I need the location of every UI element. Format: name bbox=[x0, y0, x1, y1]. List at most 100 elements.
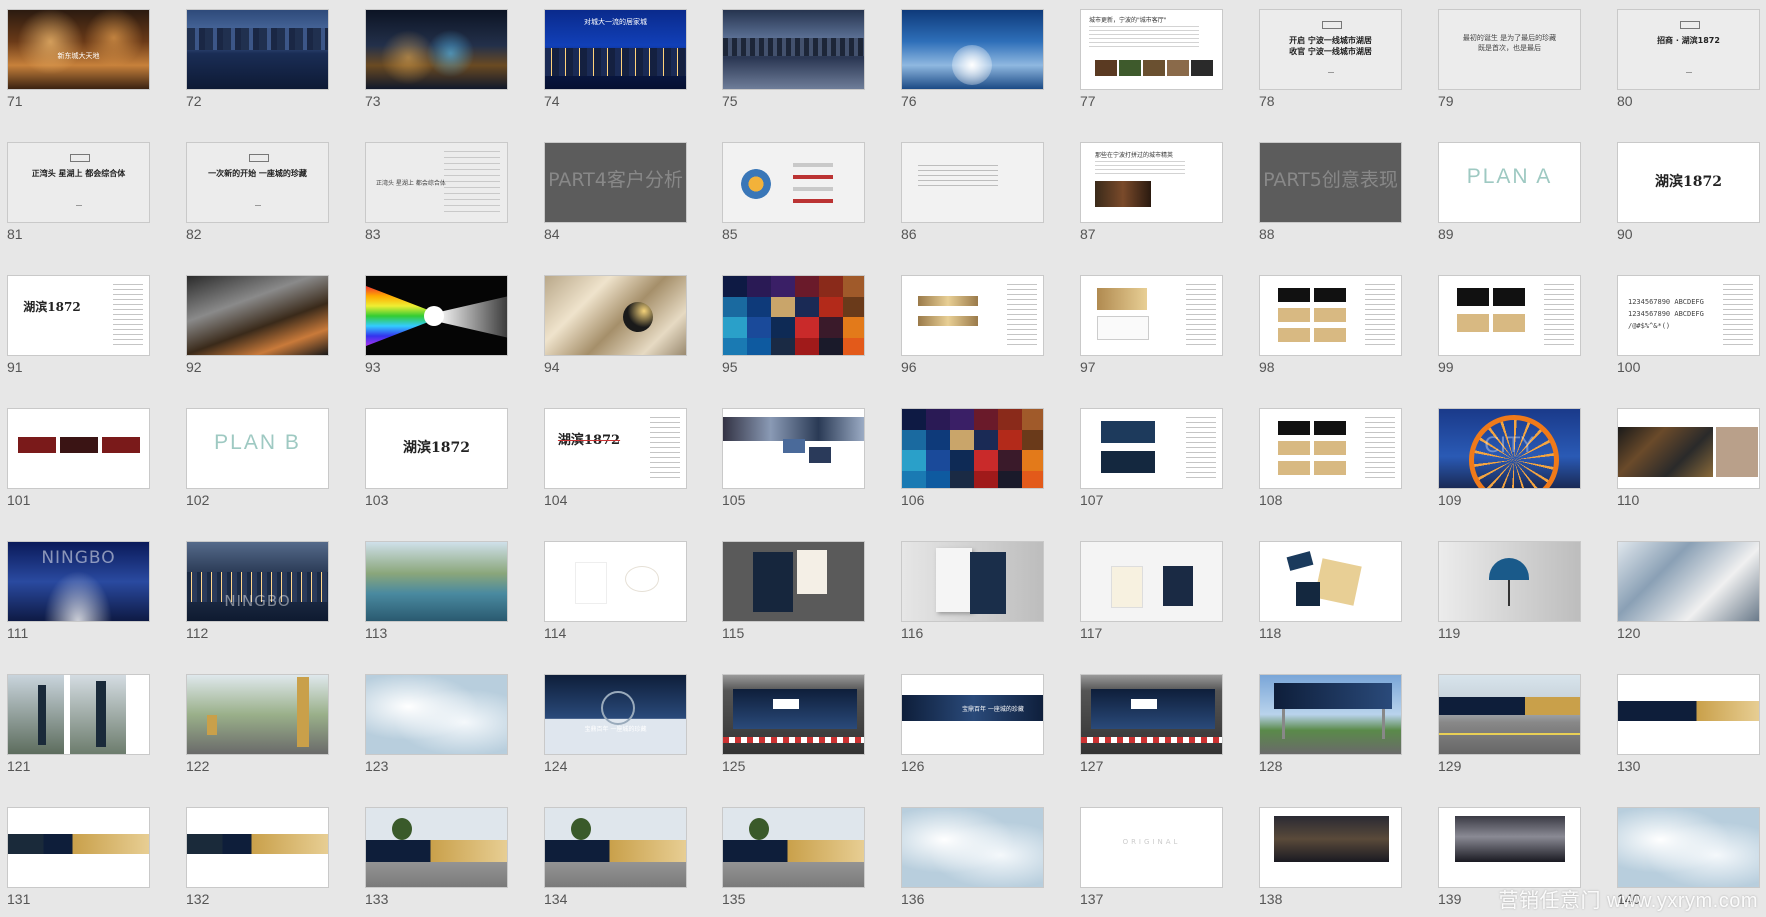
slide-thumbnail-111[interactable]: NINGBO 111 bbox=[7, 541, 150, 641]
slide-preview bbox=[1259, 674, 1402, 755]
slide-text: 正湾头 星湖上 都会综合体 bbox=[376, 180, 446, 187]
slide-preview bbox=[1080, 408, 1223, 489]
slide-thumbnail-104[interactable]: 湖滨1872 104 bbox=[544, 408, 687, 508]
slide-thumbnail-124[interactable]: 宝鼎百年 一座城的珍藏 124 bbox=[544, 674, 687, 774]
slide-text: 收官 宁波一线城市湖居 bbox=[1289, 47, 1372, 56]
slide-thumbnail-131[interactable]: 131 bbox=[7, 807, 150, 907]
slide-preview bbox=[186, 674, 329, 755]
slide-thumbnail-80[interactable]: 招商 · 湖滨1872 80 bbox=[1617, 9, 1760, 109]
slide-thumbnail-129[interactable]: 129 bbox=[1438, 674, 1581, 774]
slide-thumbnail-115[interactable]: 115 bbox=[722, 541, 865, 641]
slide-thumbnail-136[interactable]: 136 bbox=[901, 807, 1044, 907]
slide-thumbnail-87[interactable]: 那些在宁波打拼过的城市精英 87 bbox=[1080, 142, 1223, 242]
slide-thumbnail-83[interactable]: 正湾头 星湖上 都会综合体 83 bbox=[365, 142, 508, 242]
slide-preview: 1234567890 ABCDEFG 1234567890 ABCDEFG /@#$… bbox=[1617, 275, 1760, 356]
slide-thumbnail-98[interactable]: 98 bbox=[1259, 275, 1402, 375]
slide-thumbnail-116[interactable]: 116 bbox=[901, 541, 1044, 641]
slide-thumbnail-130[interactable]: 130 bbox=[1617, 674, 1760, 774]
slide-thumbnail-97[interactable]: 97 bbox=[1080, 275, 1223, 375]
slide-number: 76 bbox=[901, 93, 917, 109]
plan-label: PLAN B bbox=[214, 431, 301, 454]
slide-thumbnail-100[interactable]: 1234567890 ABCDEFG 1234567890 ABCDEFG /@#$… bbox=[1617, 275, 1760, 375]
slide-preview: 湖滨1872 bbox=[365, 408, 508, 489]
slide-thumbnail-125[interactable]: 125 bbox=[722, 674, 865, 774]
slide-thumbnail-135[interactable]: 135 bbox=[722, 807, 865, 907]
slide-thumbnail-102[interactable]: PLAN B 102 bbox=[186, 408, 329, 508]
slide-number: 127 bbox=[1080, 758, 1104, 774]
slide-number: 105 bbox=[722, 492, 746, 508]
slide-thumbnail-82[interactable]: 一次新的开始 一座城的珍藏 82 bbox=[186, 142, 329, 242]
slide-thumbnail-113[interactable]: 113 bbox=[365, 541, 508, 641]
slide-thumbnail-90[interactable]: 湖滨1872 90 bbox=[1617, 142, 1760, 242]
slide-preview: 湖滨1872 bbox=[7, 275, 150, 356]
slide-thumbnail-72[interactable]: 72 bbox=[186, 9, 329, 109]
slide-thumbnail-95[interactable]: 95 bbox=[722, 275, 865, 375]
slide-thumbnail-118[interactable]: 118 bbox=[1259, 541, 1402, 641]
slide-number: 129 bbox=[1438, 758, 1462, 774]
slide-thumbnail-91[interactable]: 湖滨1872 91 bbox=[7, 275, 150, 375]
slide-text: ORIGINAL bbox=[1122, 838, 1181, 846]
slide-thumbnail-99[interactable]: 99 bbox=[1438, 275, 1581, 375]
slide-thumbnail-105[interactable]: 105 bbox=[722, 408, 865, 508]
slide-thumbnail-78[interactable]: 开启 宁波一线城市湖居 收官 宁波一线城市湖居 78 bbox=[1259, 9, 1402, 109]
slide-thumbnail-96[interactable]: 96 bbox=[901, 275, 1044, 375]
slide-thumbnail-79[interactable]: 最初的诞生 是为了最后的珍藏 既是首次，也是最后 79 bbox=[1438, 9, 1581, 109]
slide-number: 78 bbox=[1259, 93, 1275, 109]
slide-preview: 正湾头 星湖上 都会综合体 bbox=[365, 142, 508, 223]
slide-thumbnail-138[interactable]: 138 bbox=[1259, 807, 1402, 907]
slide-text: NINGBO bbox=[41, 548, 116, 568]
slide-thumbnail-106[interactable]: 106 bbox=[901, 408, 1044, 508]
slide-thumbnail-110[interactable]: 110 bbox=[1617, 408, 1760, 508]
slide-thumbnail-127[interactable]: 127 bbox=[1080, 674, 1223, 774]
slide-thumbnail-81[interactable]: 正湾头 星湖上 都会综合体 81 bbox=[7, 142, 150, 242]
slide-thumbnail-103[interactable]: 湖滨1872 103 bbox=[365, 408, 508, 508]
slide-number: 85 bbox=[722, 226, 738, 242]
slide-thumbnail-77[interactable]: 城市更新，宁波的"城市客厅" 77 bbox=[1080, 9, 1223, 109]
slide-thumbnail-121[interactable]: 121 bbox=[7, 674, 150, 774]
slide-thumbnail-112[interactable]: NINGBO 112 bbox=[186, 541, 329, 641]
slide-preview: CITY bbox=[1438, 408, 1581, 489]
slide-preview: ORIGINAL bbox=[1080, 807, 1223, 888]
slide-thumbnail-140[interactable]: 140 bbox=[1617, 807, 1760, 907]
slide-text: 一次新的开始 一座城的珍藏 bbox=[208, 169, 307, 178]
slide-number: 81 bbox=[7, 226, 23, 242]
slide-thumbnail-122[interactable]: 122 bbox=[186, 674, 329, 774]
slide-thumbnail-89[interactable]: PLAN A 89 bbox=[1438, 142, 1581, 242]
slide-thumbnail-93[interactable]: 93 bbox=[365, 275, 508, 375]
slide-thumbnail-74[interactable]: 对城大一流的居家城 74 bbox=[544, 9, 687, 109]
slide-thumbnail-101[interactable]: 101 bbox=[7, 408, 150, 508]
slide-thumbnail-137[interactable]: ORIGINAL 137 bbox=[1080, 807, 1223, 907]
slide-number: 80 bbox=[1617, 93, 1633, 109]
slide-number: 89 bbox=[1438, 226, 1454, 242]
slide-thumbnail-108[interactable]: 108 bbox=[1259, 408, 1402, 508]
slide-thumbnail-134[interactable]: 134 bbox=[544, 807, 687, 907]
slide-thumbnail-109[interactable]: CITY 109 bbox=[1438, 408, 1581, 508]
slide-thumbnail-117[interactable]: 117 bbox=[1080, 541, 1223, 641]
slide-thumbnail-120[interactable]: 120 bbox=[1617, 541, 1760, 641]
slide-number: 75 bbox=[722, 93, 738, 109]
slide-thumbnail-119[interactable]: 119 bbox=[1438, 541, 1581, 641]
slide-thumbnail-107[interactable]: 107 bbox=[1080, 408, 1223, 508]
slide-thumbnail-132[interactable]: 132 bbox=[186, 807, 329, 907]
slide-thumbnail-75[interactable]: 75 bbox=[722, 9, 865, 109]
slide-thumbnail-128[interactable]: 128 bbox=[1259, 674, 1402, 774]
slide-thumbnail-126[interactable]: 宝鼎百年 一座城的珍藏 126 bbox=[901, 674, 1044, 774]
slide-thumbnail-71[interactable]: 新东城大天地 71 bbox=[7, 9, 150, 109]
slide-number: 121 bbox=[7, 758, 31, 774]
slide-thumbnail-92[interactable]: 92 bbox=[186, 275, 329, 375]
slide-thumbnail-133[interactable]: 133 bbox=[365, 807, 508, 907]
slide-thumbnail-114[interactable]: 114 bbox=[544, 541, 687, 641]
slide-thumbnail-123[interactable]: 123 bbox=[365, 674, 508, 774]
slide-number: 90 bbox=[1617, 226, 1633, 242]
slide-thumbnail-84[interactable]: PART4客户分析 84 bbox=[544, 142, 687, 242]
slide-thumbnail-88[interactable]: PART5创意表现 88 bbox=[1259, 142, 1402, 242]
slide-thumbnail-94[interactable]: 94 bbox=[544, 275, 687, 375]
slide-number: 123 bbox=[365, 758, 389, 774]
slide-number: 122 bbox=[186, 758, 210, 774]
slide-thumbnail-86[interactable]: 86 bbox=[901, 142, 1044, 242]
slide-thumbnail-85[interactable]: 85 bbox=[722, 142, 865, 242]
slide-thumbnail-139[interactable]: 139 bbox=[1438, 807, 1581, 907]
slide-preview bbox=[1438, 541, 1581, 622]
slide-thumbnail-73[interactable]: 73 bbox=[365, 9, 508, 109]
slide-thumbnail-76[interactable]: 76 bbox=[901, 9, 1044, 109]
